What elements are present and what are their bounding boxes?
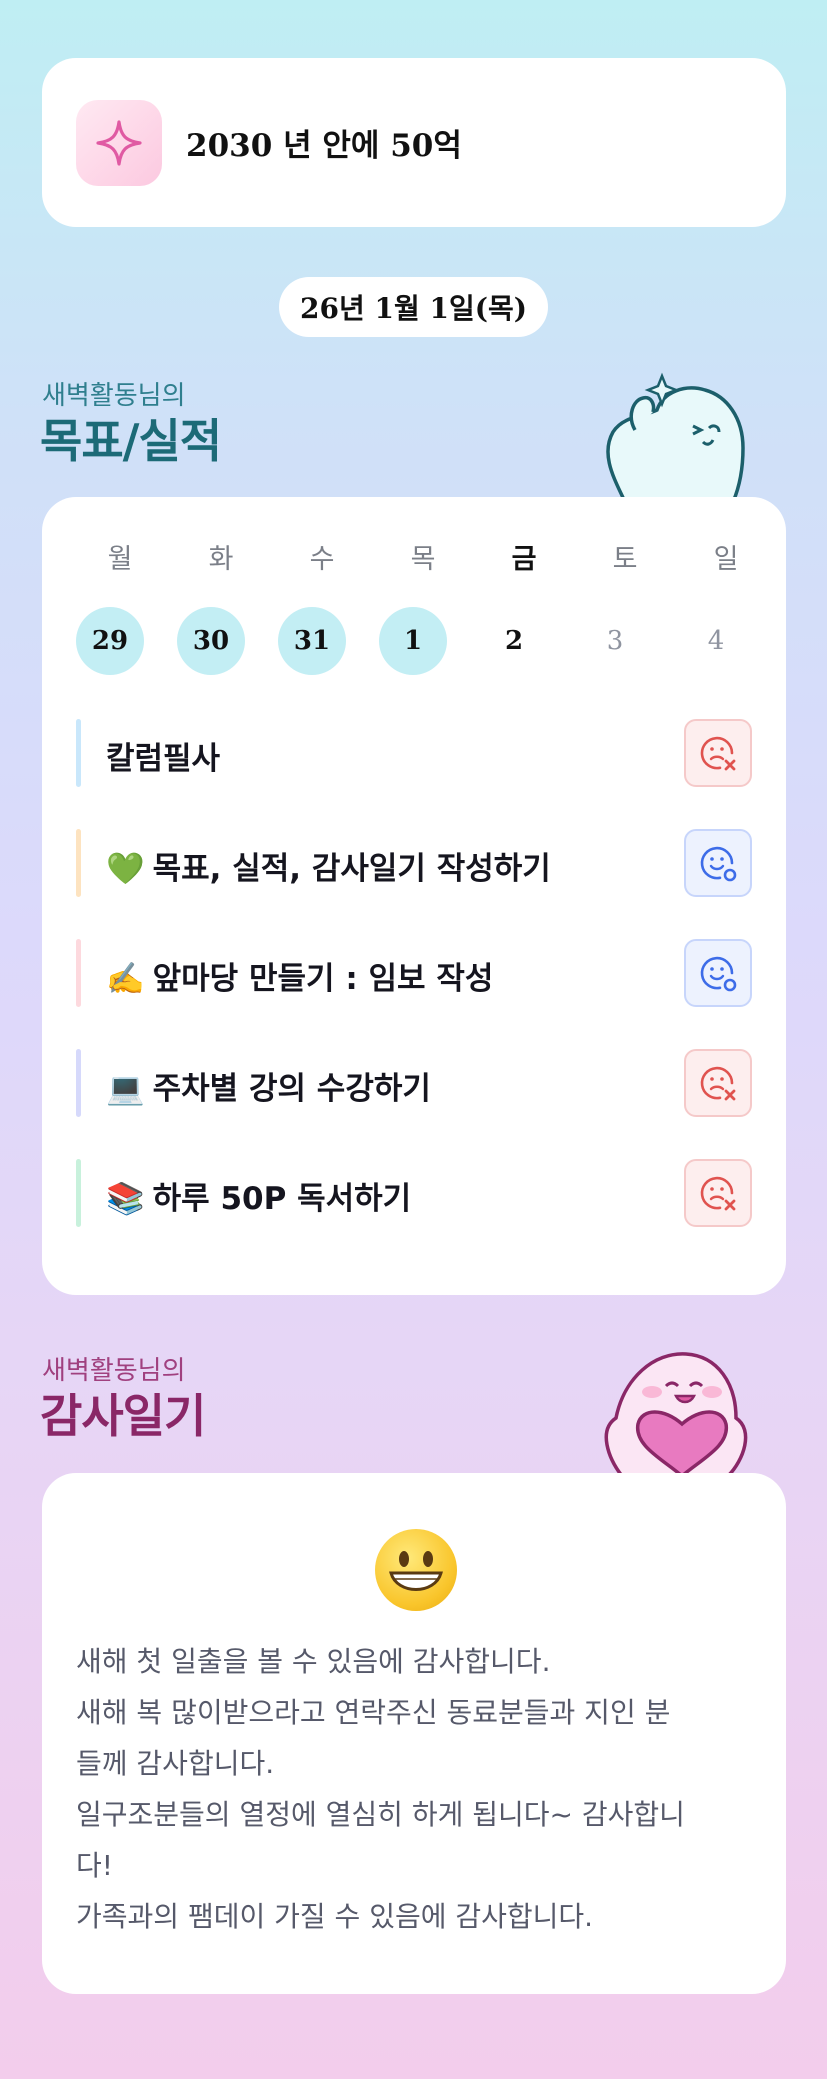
goals-card: 월 화 수 목 금 토 일 29 30 31 1 2 3 4 칼럼필사 💚 목표,… — [42, 497, 786, 1295]
weekday-label: 목 — [410, 544, 436, 575]
task-color-bar — [76, 1049, 81, 1117]
task-color-bar — [76, 939, 81, 1007]
weekday-label: 일 — [713, 544, 739, 575]
date-label[interactable]: 26년 1월 1일(목) — [279, 277, 548, 337]
weekday-label: 토 — [612, 544, 638, 575]
books-icon: 📚 — [106, 1181, 145, 1217]
gratitude-text[interactable]: 새해 첫 일출을 볼 수 있음에 감사합니다. 새해 복 많이받으라고 연락주신… — [76, 1636, 766, 1942]
sparkle-icon — [76, 100, 162, 186]
sad-face-icon — [700, 1176, 736, 1211]
day-cell[interactable]: 3 — [581, 607, 649, 675]
day-cell[interactable]: 30 — [177, 607, 245, 675]
weekday-label: 수 — [309, 544, 335, 575]
waving-mascot-icon — [606, 372, 745, 502]
status-fail-button[interactable] — [684, 1049, 752, 1117]
gratitude-line: 다! — [76, 1849, 113, 1882]
task-color-bar — [76, 1159, 81, 1227]
heart-mascot-icon — [604, 1352, 748, 1476]
smile-face-icon — [700, 956, 737, 992]
task-color-bar — [76, 829, 81, 897]
gratitude-line: 일구조분들의 열정에 열심히 하게 됩니다~ 감사합니 — [76, 1798, 685, 1831]
gratitude-line: 새해 첫 일출을 볼 수 있음에 감사합니다. — [76, 1645, 551, 1678]
task-label: 📚 하루 50P 독서하기 — [106, 1181, 412, 1217]
day-cell[interactable]: 31 — [278, 607, 346, 675]
weekday-label: 화 — [208, 544, 234, 575]
writing-hand-icon: ✍️ — [106, 961, 145, 997]
gratitude-line: 들께 감사합니다. — [76, 1747, 275, 1780]
day-cell[interactable]: 4 — [682, 607, 750, 675]
green-heart-icon: 💚 — [106, 851, 145, 887]
task-label: 칼럼필사 — [106, 741, 221, 777]
task-label: 💻 주차별 강의 수강하기 — [106, 1071, 431, 1107]
status-done-button[interactable] — [684, 939, 752, 1007]
grinning-face-icon — [375, 1529, 457, 1611]
gratitude-section-title: 감사일기 — [40, 1389, 206, 1443]
task-label: ✍️ 앞마당 만들기 : 임보 작성 — [106, 961, 494, 997]
task-item[interactable]: ✍️ 앞마당 만들기 : 임보 작성 — [76, 939, 752, 1007]
gratitude-line: 가족과의 팸데이 가질 수 있음에 감사합니다. — [76, 1900, 594, 1933]
goal-text: 2030 년 안에 50억 — [186, 128, 462, 164]
status-fail-button[interactable] — [684, 1159, 752, 1227]
day-cell[interactable]: 29 — [76, 607, 144, 675]
task-color-bar — [76, 719, 81, 787]
task-item[interactable]: 💚 목표, 실적, 감사일기 작성하기 — [76, 829, 752, 897]
goal-card[interactable]: 2030 년 안에 50억 — [42, 58, 786, 227]
task-item[interactable]: 칼럼필사 — [76, 719, 752, 787]
weekday-label-today: 금 — [511, 544, 537, 575]
goals-section-title: 목표/실적 — [40, 414, 222, 468]
smile-face-icon — [700, 846, 737, 882]
gratitude-line: 새해 복 많이받으라고 연락주신 동료분들과 지인 분 — [76, 1696, 671, 1729]
task-label: 💚 목표, 실적, 감사일기 작성하기 — [106, 851, 551, 887]
sad-face-icon — [700, 736, 736, 771]
gratitude-card: 새해 첫 일출을 볼 수 있음에 감사합니다. 새해 복 많이받으라고 연락주신… — [42, 1473, 786, 1994]
sad-face-icon — [700, 1066, 736, 1101]
laptop-icon: 💻 — [106, 1071, 145, 1107]
day-cell-today[interactable]: 2 — [480, 607, 548, 675]
task-item[interactable]: 📚 하루 50P 독서하기 — [76, 1159, 752, 1227]
task-item[interactable]: 💻 주차별 강의 수강하기 — [76, 1049, 752, 1117]
weekday-header: 월 화 수 목 금 토 일 — [42, 537, 786, 577]
status-fail-button[interactable] — [684, 719, 752, 787]
weekday-label: 월 — [107, 544, 133, 575]
status-done-button[interactable] — [684, 829, 752, 897]
day-cell[interactable]: 1 — [379, 607, 447, 675]
